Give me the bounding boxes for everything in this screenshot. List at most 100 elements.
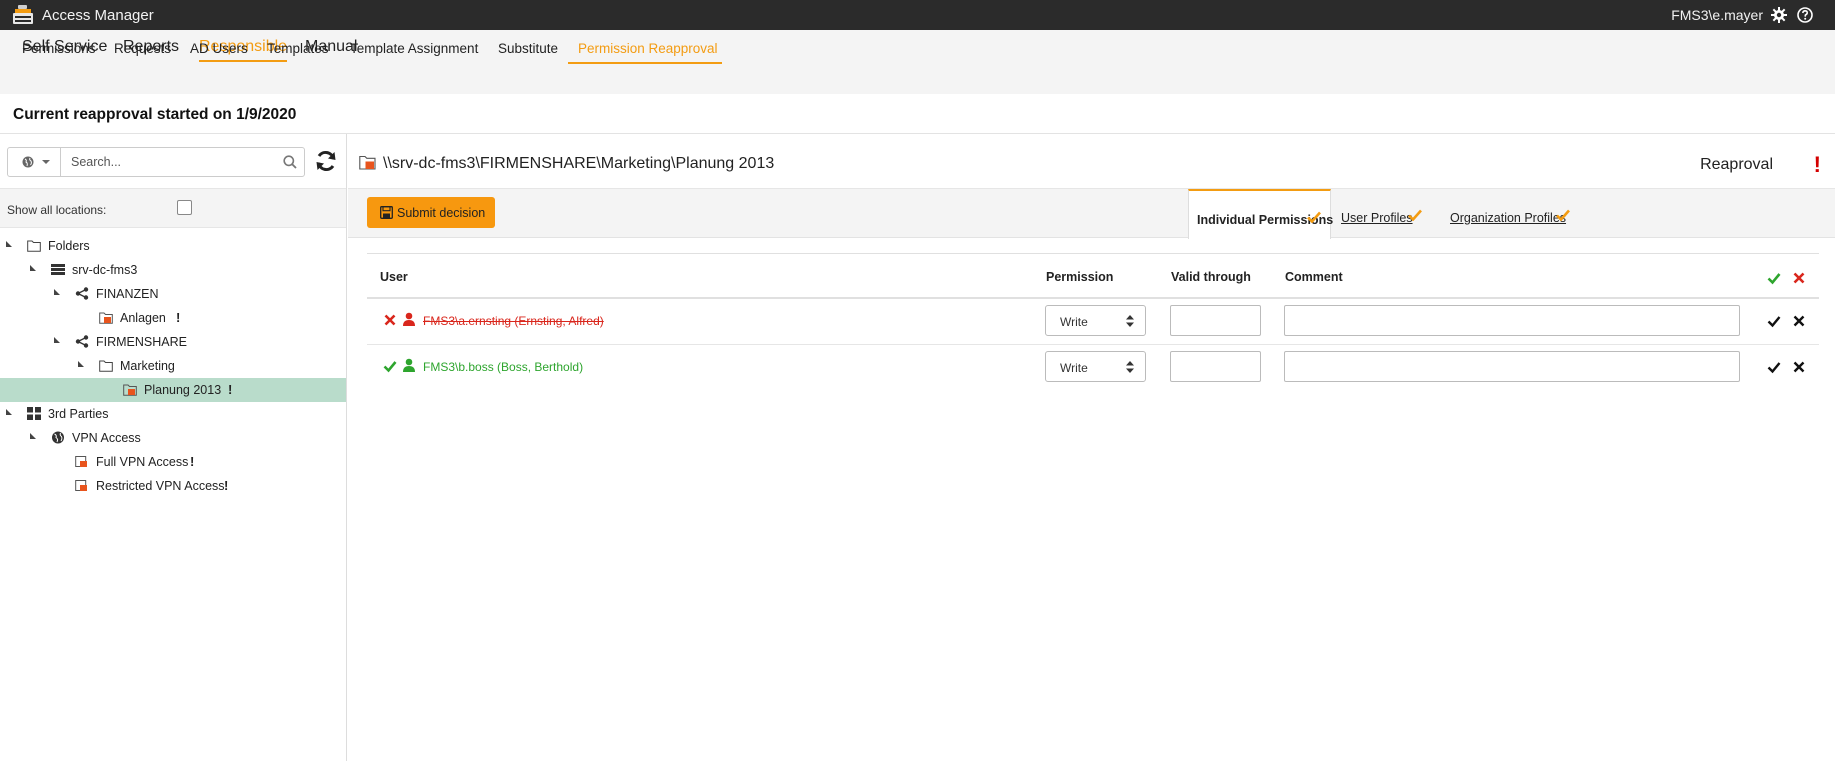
column-header-valid-through: Valid through <box>1171 270 1251 284</box>
tree-node-full-vpn-access[interactable]: Full VPN Access ! <box>0 450 346 474</box>
folder-icon <box>99 360 113 372</box>
chevron-down-icon <box>42 160 50 164</box>
location-panel: Show all locations: Folders srv-dc-fms3 … <box>0 134 347 761</box>
approve-all-icon[interactable] <box>1767 271 1781 285</box>
approve-row-icon[interactable] <box>1767 360 1781 374</box>
permission-value: Write <box>1060 361 1088 375</box>
tree-node-restricted-vpn-access[interactable]: Restricted VPN Access ! <box>0 474 346 498</box>
globe-icon <box>22 156 34 168</box>
resource-path: \\srv-dc-fms3\FIRMENSHARE\Marketing\Plan… <box>383 155 775 172</box>
current-user[interactable]: FMS3\e.mayer <box>1671 7 1763 23</box>
reject-all-icon[interactable] <box>1792 271 1806 285</box>
tree-node-folders[interactable]: Folders <box>0 234 346 258</box>
subnav-permission-reapproval[interactable]: Permission Reapproval <box>578 41 718 56</box>
search-icon[interactable] <box>283 155 297 169</box>
collapse-toggle[interactable] <box>54 337 60 343</box>
subnav-ad-users[interactable]: AD Users <box>190 41 248 56</box>
refresh-icon[interactable] <box>314 149 338 173</box>
title-bar: Access Manager FMS3\e.mayer <box>0 0 1835 30</box>
tree-node-vpn-access[interactable]: VPN Access <box>0 426 346 450</box>
approve-row-icon[interactable] <box>1767 314 1781 328</box>
collapse-toggle[interactable] <box>78 361 84 367</box>
folder-icon <box>27 240 41 252</box>
collapse-toggle[interactable] <box>30 433 36 439</box>
rejected-icon <box>384 314 396 326</box>
collapse-toggle[interactable] <box>54 289 60 295</box>
check-icon <box>1556 209 1570 221</box>
subnav-permissions[interactable]: Permissions <box>22 41 96 56</box>
tree-node-label: VPN Access <box>72 431 141 445</box>
tree-node-anlagen[interactable]: Anlagen ! <box>0 306 346 330</box>
resource-locked-icon <box>75 456 87 467</box>
tree-node-marketing[interactable]: Marketing <box>0 354 346 378</box>
pending-flag: ! <box>224 478 229 493</box>
help-icon[interactable] <box>1797 7 1813 23</box>
reject-row-icon[interactable] <box>1792 314 1806 328</box>
header-divider <box>367 297 1819 299</box>
valid-through-input[interactable] <box>1170 305 1261 336</box>
pending-flag: ! <box>190 454 195 469</box>
decision-toolbar: Submit decision Individual Permissions U… <box>348 188 1835 239</box>
subnav-substitute[interactable]: Substitute <box>498 41 558 56</box>
reapproval-pending-flag: ! <box>1813 152 1821 177</box>
reject-row-icon[interactable] <box>1792 360 1806 374</box>
tree-node-label: FIRMENSHARE <box>96 335 187 349</box>
user-name: FMS3\b.boss (Boss, Berthold) <box>423 360 584 374</box>
table-top-border <box>367 253 1819 254</box>
collapse-toggle[interactable] <box>30 265 36 271</box>
reapproval-status-label: Reaproval <box>1700 156 1773 173</box>
location-scope-dropdown[interactable] <box>8 148 61 176</box>
permission-select[interactable]: Write <box>1045 351 1146 382</box>
app-title: Access Manager <box>42 7 154 24</box>
submit-decision-label: Submit decision <box>397 206 486 220</box>
row-divider <box>367 344 1819 345</box>
column-header-permission: Permission <box>1046 270 1114 284</box>
subnav-templates[interactable]: Templates <box>267 41 329 56</box>
user-icon <box>403 312 415 326</box>
show-all-locations-checkbox[interactable] <box>177 200 192 215</box>
approved-icon <box>383 361 397 373</box>
subnav-requests[interactable]: Requests <box>114 41 171 56</box>
tree-node-label: Anlagen <box>120 311 166 325</box>
page-title: Current reapproval started on 1/9/2020 <box>13 106 297 123</box>
app-logo-icon <box>13 5 33 24</box>
tree-node-server[interactable]: srv-dc-fms3 <box>0 258 346 282</box>
search-input[interactable] <box>71 153 271 171</box>
gear-icon[interactable] <box>1771 7 1787 23</box>
tree-node-finanzen[interactable]: FINANZEN <box>0 282 346 306</box>
tree-node-3rd-parties[interactable]: 3rd Parties <box>0 402 346 426</box>
pending-flag: ! <box>228 382 233 397</box>
grid-icon <box>27 407 41 420</box>
submit-decision-button[interactable]: Submit decision <box>367 197 495 228</box>
search-box <box>7 147 305 177</box>
collapse-toggle[interactable] <box>6 409 12 415</box>
show-all-locations-label: Show all locations: <box>7 203 107 217</box>
column-header-comment: Comment <box>1285 270 1343 284</box>
tree-node-label: srv-dc-fms3 <box>72 263 138 277</box>
tree-node-label: Folders <box>48 239 90 253</box>
folder-locked-icon <box>359 155 376 170</box>
folder-locked-icon <box>99 312 113 324</box>
server-icon <box>51 264 65 275</box>
valid-through-input[interactable] <box>1170 351 1261 382</box>
tab-label: Organization Profiles <box>1450 211 1567 225</box>
tree-node-label: Full VPN Access <box>96 455 189 469</box>
pending-flag: ! <box>176 310 181 325</box>
collapse-toggle[interactable] <box>6 241 12 247</box>
active-subnav-indicator <box>568 62 722 64</box>
comment-input[interactable] <box>1284 351 1740 382</box>
check-icon <box>1307 211 1321 223</box>
share-icon <box>75 335 89 348</box>
tree-node-label: Marketing <box>120 359 175 373</box>
tree-node-firmenshare[interactable]: FIRMENSHARE <box>0 330 346 354</box>
comment-input[interactable] <box>1284 305 1740 336</box>
tab-user-profiles[interactable]: User Profiles <box>1332 189 1428 239</box>
tree-node-planung-2013[interactable]: Planung 2013 ! <box>0 378 346 402</box>
user-name: FMS3\a.ernsting (Ernsting, Alfred) <box>423 314 604 328</box>
permission-select[interactable]: Write <box>1045 305 1146 336</box>
subnav-template-assignment[interactable]: Template Assignment <box>350 41 478 56</box>
tab-organization-profiles[interactable]: Organization Profiles <box>1438 189 1578 239</box>
folder-locked-icon <box>123 384 137 396</box>
tab-individual-permissions[interactable]: Individual Permissions <box>1188 189 1333 239</box>
tree-node-label: Planung 2013 <box>144 383 222 397</box>
